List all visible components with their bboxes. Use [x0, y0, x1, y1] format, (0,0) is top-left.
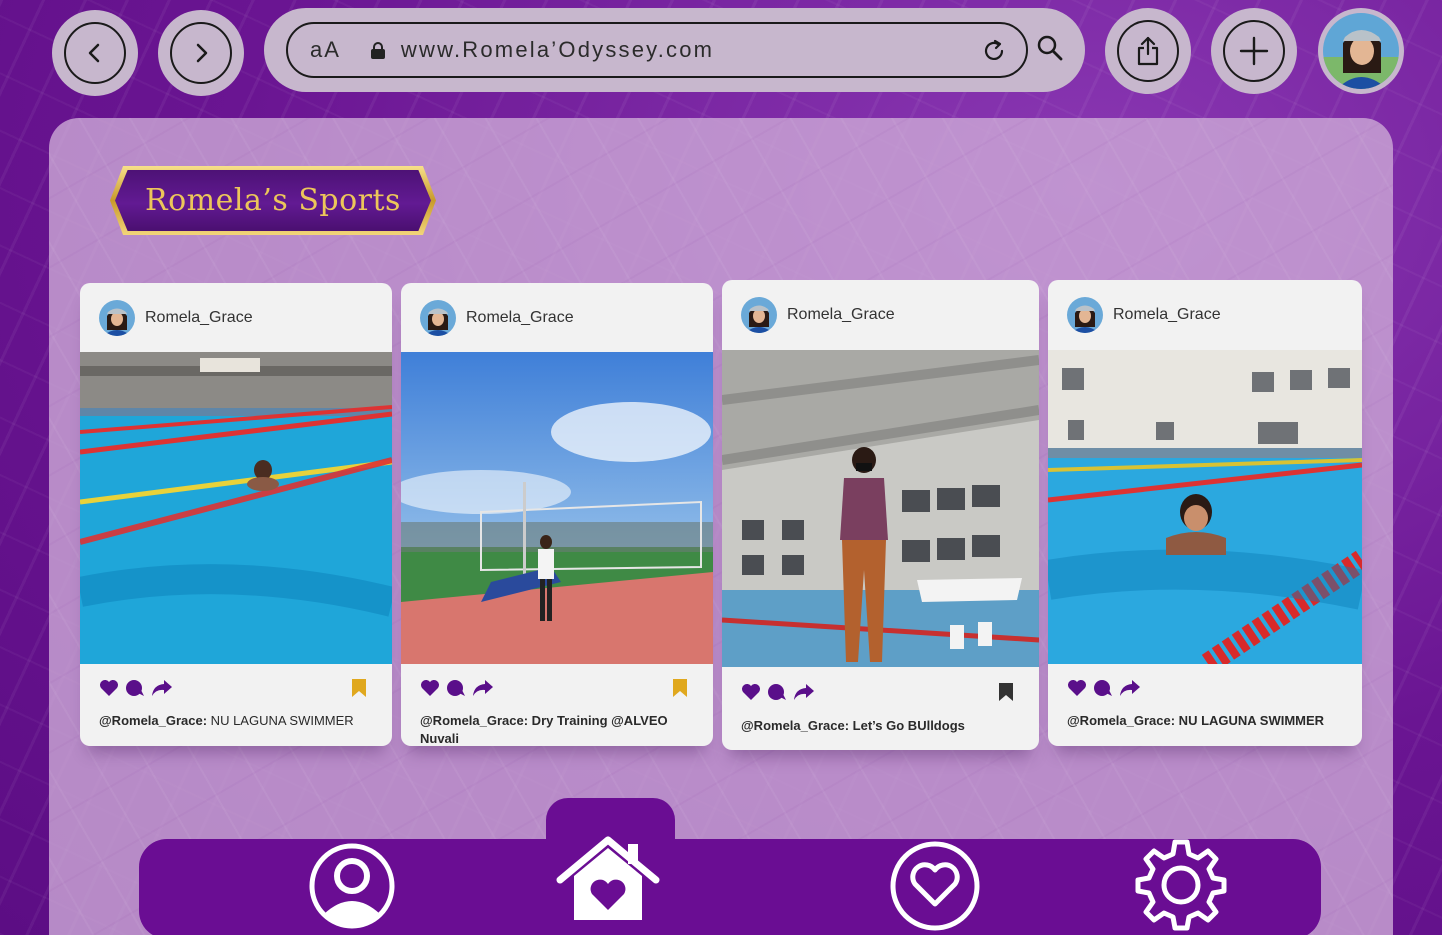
address-bar[interactable]: aA www.Romela’Odyssey.com	[286, 22, 1028, 78]
profile-avatar[interactable]	[1318, 8, 1404, 94]
new-tab-button[interactable]	[1211, 8, 1297, 94]
caption-text: Let’s Go BUlldogs	[849, 718, 965, 733]
comment-icon[interactable]	[767, 683, 787, 701]
post-card[interactable]: Romela_Grace @Romela_Grace: NU LAGUNA SW…	[1048, 280, 1362, 746]
avatar[interactable]	[741, 297, 777, 333]
post-photo[interactable]	[401, 352, 713, 664]
post-photo[interactable]	[80, 352, 392, 664]
bookmark-icon[interactable]	[672, 679, 688, 697]
heart-icon[interactable]	[889, 840, 981, 932]
share-arrow-icon[interactable]	[1119, 679, 1141, 697]
like-icon[interactable]	[99, 679, 119, 697]
post-username[interactable]: Romela_Grace	[145, 309, 253, 327]
post-caption: @Romela_Grace: NU LAGUNA SWIMMER	[1048, 712, 1362, 730]
post-photo[interactable]	[1048, 350, 1362, 664]
share-icon	[1137, 36, 1159, 66]
bookmark-icon[interactable]	[998, 683, 1014, 701]
avatar[interactable]	[1067, 297, 1103, 333]
share-button[interactable]	[1105, 8, 1191, 94]
post-actions	[401, 664, 713, 712]
like-icon[interactable]	[741, 683, 761, 701]
post-caption: @Romela_Grace: Let’s Go BUlldogs	[722, 717, 1039, 735]
settings-gear-icon[interactable]	[1134, 838, 1228, 932]
address-bar-container: aA www.Romela’Odyssey.com	[264, 8, 1085, 92]
comment-icon[interactable]	[446, 679, 466, 697]
lock-icon	[370, 42, 385, 59]
post-username[interactable]: Romela_Grace	[1113, 306, 1221, 324]
caption-text: NU LAGUNA SWIMMER	[1175, 713, 1325, 728]
post-caption: @Romela_Grace: NU LAGUNA SWIMMER	[80, 712, 392, 730]
post-card[interactable]: Romela_Grace @Romela_Grace: Dry Training…	[401, 283, 713, 746]
like-icon[interactable]	[1067, 679, 1087, 697]
comment-icon[interactable]	[1093, 679, 1113, 697]
chevron-left-icon	[88, 43, 100, 63]
avatar[interactable]	[420, 299, 456, 336]
post-actions	[722, 667, 1039, 717]
like-icon[interactable]	[420, 679, 440, 697]
back-button[interactable]	[52, 10, 138, 96]
post-actions	[80, 664, 392, 712]
caption-handle[interactable]: @Romela_Grace:	[1067, 713, 1175, 728]
share-arrow-icon[interactable]	[472, 679, 494, 697]
plus-icon	[1239, 36, 1269, 66]
share-arrow-icon[interactable]	[793, 683, 815, 701]
caption-handle[interactable]: @Romela_Grace:	[420, 713, 528, 728]
url-text[interactable]: www.Romela’Odyssey.com	[401, 37, 714, 63]
avatar-photo	[1323, 13, 1399, 89]
post-photo[interactable]	[722, 350, 1039, 667]
forward-button[interactable]	[158, 10, 244, 96]
comment-icon[interactable]	[125, 679, 145, 697]
profile-icon[interactable]	[308, 842, 396, 930]
post-card[interactable]: Romela_Grace @Romela_Grace: Let’s Go BUl…	[722, 280, 1039, 750]
chevron-right-icon	[196, 43, 208, 63]
post-username[interactable]: Romela_Grace	[787, 306, 895, 324]
share-arrow-icon[interactable]	[151, 679, 173, 697]
caption-handle[interactable]: @Romela_Grace:	[99, 713, 207, 728]
home-heart-icon[interactable]	[556, 836, 660, 924]
page-title: Romela’s Sports	[145, 183, 401, 218]
caption-handle[interactable]: @Romela_Grace:	[741, 718, 849, 733]
search-icon[interactable]	[1036, 34, 1064, 62]
post-actions	[1048, 664, 1362, 712]
post-username[interactable]: Romela_Grace	[466, 309, 574, 327]
avatar[interactable]	[99, 299, 135, 336]
bookmark-icon[interactable]	[351, 679, 367, 697]
post-card[interactable]: Romela_Grace @Romela_Grace: NU LAGUNA SW…	[80, 283, 392, 746]
page-title-plate: Romela’s Sports	[110, 166, 436, 235]
reload-icon[interactable]	[980, 37, 1008, 65]
text-size-button[interactable]: aA	[310, 37, 341, 63]
post-caption: @Romela_Grace: Dry Training @ALVEO Nuval…	[401, 712, 713, 746]
caption-text: NU LAGUNA SWIMMER	[207, 713, 354, 728]
